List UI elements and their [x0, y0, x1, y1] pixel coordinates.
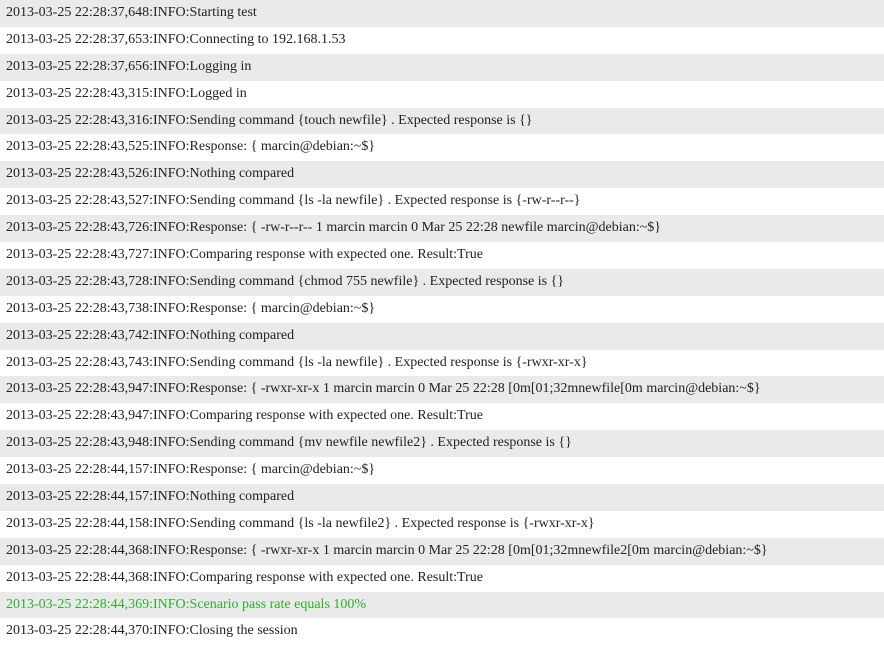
- log-container: 2013-03-25 22:28:37,648:INFO:Starting te…: [0, 0, 884, 645]
- log-row: 2013-03-25 22:28:43,527:INFO:Sending com…: [0, 188, 884, 215]
- log-row: 2013-03-25 22:28:43,948:INFO:Sending com…: [0, 430, 884, 457]
- log-row: 2013-03-25 22:28:43,315:INFO:Logged in: [0, 81, 884, 108]
- log-row: 2013-03-25 22:28:43,316:INFO:Sending com…: [0, 108, 884, 135]
- log-row: 2013-03-25 22:28:44,368:INFO:Comparing r…: [0, 565, 884, 592]
- log-row: 2013-03-25 22:28:37,648:INFO:Starting te…: [0, 0, 884, 27]
- log-row: 2013-03-25 22:28:43,743:INFO:Sending com…: [0, 350, 884, 377]
- log-row: 2013-03-25 22:28:43,947:INFO:Comparing r…: [0, 403, 884, 430]
- log-row: 2013-03-25 22:28:43,727:INFO:Comparing r…: [0, 242, 884, 269]
- log-row: 2013-03-25 22:28:44,370:INFO:Closing the…: [0, 618, 884, 645]
- log-row: 2013-03-25 22:28:43,742:INFO:Nothing com…: [0, 323, 884, 350]
- log-row: 2013-03-25 22:28:44,157:INFO:Response: {…: [0, 457, 884, 484]
- log-row: 2013-03-25 22:28:44,369:INFO:Scenario pa…: [0, 592, 884, 619]
- log-row: 2013-03-25 22:28:43,738:INFO:Response: {…: [0, 296, 884, 323]
- log-row: 2013-03-25 22:28:37,656:INFO:Logging in: [0, 54, 884, 81]
- log-row: 2013-03-25 22:28:43,947:INFO:Response: {…: [0, 376, 884, 403]
- log-row: 2013-03-25 22:28:43,728:INFO:Sending com…: [0, 269, 884, 296]
- log-row: 2013-03-25 22:28:43,525:INFO:Response: {…: [0, 134, 884, 161]
- log-row: 2013-03-25 22:28:43,526:INFO:Nothing com…: [0, 161, 884, 188]
- log-row: 2013-03-25 22:28:44,158:INFO:Sending com…: [0, 511, 884, 538]
- log-row: 2013-03-25 22:28:43,726:INFO:Response: {…: [0, 215, 884, 242]
- log-row: 2013-03-25 22:28:37,653:INFO:Connecting …: [0, 27, 884, 54]
- log-row: 2013-03-25 22:28:44,157:INFO:Nothing com…: [0, 484, 884, 511]
- log-row: 2013-03-25 22:28:44,368:INFO:Response: {…: [0, 538, 884, 565]
